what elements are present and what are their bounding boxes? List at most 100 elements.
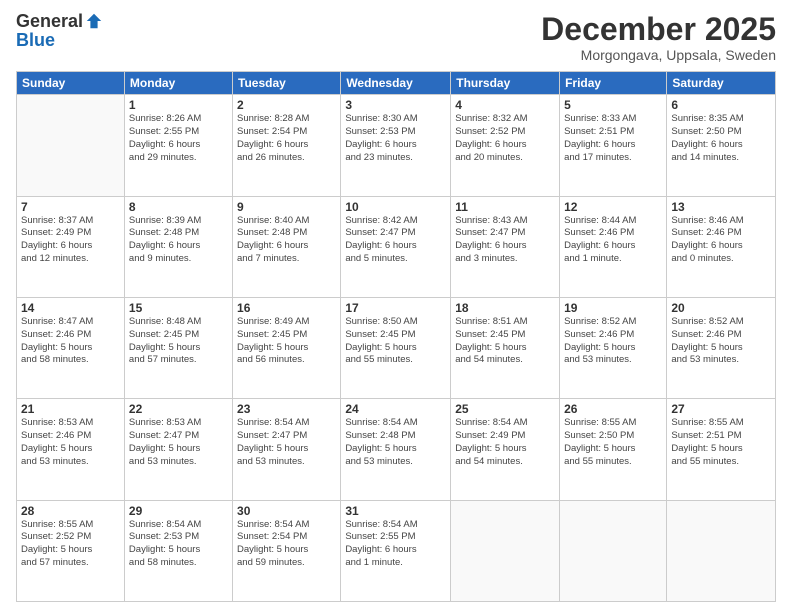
calendar-header-row: SundayMondayTuesdayWednesdayThursdayFrid… [17,72,776,95]
day-number: 3 [345,98,446,112]
calendar-week-5: 28Sunrise: 8:55 AMSunset: 2:52 PMDayligh… [17,500,776,601]
day-number: 17 [345,301,446,315]
day-info: Sunrise: 8:52 AMSunset: 2:46 PMDaylight:… [671,316,771,367]
day-number: 30 [237,504,336,518]
calendar-cell: 17Sunrise: 8:50 AMSunset: 2:45 PMDayligh… [341,297,451,398]
calendar-cell: 15Sunrise: 8:48 AMSunset: 2:45 PMDayligh… [124,297,232,398]
day-info: Sunrise: 8:54 AMSunset: 2:55 PMDaylight:… [345,519,446,570]
day-number: 23 [237,402,336,416]
day-info: Sunrise: 8:26 AMSunset: 2:55 PMDaylight:… [129,113,228,164]
calendar-cell: 21Sunrise: 8:53 AMSunset: 2:46 PMDayligh… [17,399,125,500]
day-number: 15 [129,301,228,315]
day-number: 29 [129,504,228,518]
day-info: Sunrise: 8:55 AMSunset: 2:51 PMDaylight:… [671,417,771,468]
day-number: 10 [345,200,446,214]
calendar-cell [560,500,667,601]
logo-blue-text: Blue [16,30,55,51]
calendar-cell: 20Sunrise: 8:52 AMSunset: 2:46 PMDayligh… [667,297,776,398]
calendar-cell: 13Sunrise: 8:46 AMSunset: 2:46 PMDayligh… [667,196,776,297]
day-number: 22 [129,402,228,416]
calendar-cell: 3Sunrise: 8:30 AMSunset: 2:53 PMDaylight… [341,95,451,196]
day-info: Sunrise: 8:46 AMSunset: 2:46 PMDaylight:… [671,215,771,266]
calendar-cell: 7Sunrise: 8:37 AMSunset: 2:49 PMDaylight… [17,196,125,297]
day-number: 9 [237,200,336,214]
calendar-cell: 5Sunrise: 8:33 AMSunset: 2:51 PMDaylight… [560,95,667,196]
main-title: December 2025 [541,12,776,47]
logo-icon [85,12,103,30]
calendar: SundayMondayTuesdayWednesdayThursdayFrid… [16,71,776,602]
calendar-cell: 31Sunrise: 8:54 AMSunset: 2:55 PMDayligh… [341,500,451,601]
calendar-cell: 25Sunrise: 8:54 AMSunset: 2:49 PMDayligh… [451,399,560,500]
calendar-cell: 12Sunrise: 8:44 AMSunset: 2:46 PMDayligh… [560,196,667,297]
day-number: 16 [237,301,336,315]
day-number: 5 [564,98,662,112]
day-number: 27 [671,402,771,416]
calendar-cell: 18Sunrise: 8:51 AMSunset: 2:45 PMDayligh… [451,297,560,398]
day-info: Sunrise: 8:30 AMSunset: 2:53 PMDaylight:… [345,113,446,164]
calendar-cell: 1Sunrise: 8:26 AMSunset: 2:55 PMDaylight… [124,95,232,196]
calendar-week-4: 21Sunrise: 8:53 AMSunset: 2:46 PMDayligh… [17,399,776,500]
day-info: Sunrise: 8:53 AMSunset: 2:46 PMDaylight:… [21,417,120,468]
day-info: Sunrise: 8:54 AMSunset: 2:49 PMDaylight:… [455,417,555,468]
day-info: Sunrise: 8:54 AMSunset: 2:54 PMDaylight:… [237,519,336,570]
calendar-cell: 29Sunrise: 8:54 AMSunset: 2:53 PMDayligh… [124,500,232,601]
subtitle: Morgongava, Uppsala, Sweden [541,47,776,63]
title-block: December 2025 Morgongava, Uppsala, Swede… [541,12,776,63]
day-number: 20 [671,301,771,315]
calendar-cell: 10Sunrise: 8:42 AMSunset: 2:47 PMDayligh… [341,196,451,297]
calendar-week-1: 1Sunrise: 8:26 AMSunset: 2:55 PMDaylight… [17,95,776,196]
day-info: Sunrise: 8:52 AMSunset: 2:46 PMDaylight:… [564,316,662,367]
page: General Blue December 2025 Morgongava, U… [0,0,792,612]
calendar-cell: 23Sunrise: 8:54 AMSunset: 2:47 PMDayligh… [233,399,341,500]
day-number: 24 [345,402,446,416]
day-number: 31 [345,504,446,518]
day-info: Sunrise: 8:55 AMSunset: 2:50 PMDaylight:… [564,417,662,468]
calendar-header-tuesday: Tuesday [233,72,341,95]
day-info: Sunrise: 8:42 AMSunset: 2:47 PMDaylight:… [345,215,446,266]
calendar-cell: 26Sunrise: 8:55 AMSunset: 2:50 PMDayligh… [560,399,667,500]
day-number: 14 [21,301,120,315]
calendar-cell: 24Sunrise: 8:54 AMSunset: 2:48 PMDayligh… [341,399,451,500]
day-number: 12 [564,200,662,214]
calendar-header-saturday: Saturday [667,72,776,95]
day-info: Sunrise: 8:47 AMSunset: 2:46 PMDaylight:… [21,316,120,367]
calendar-cell: 6Sunrise: 8:35 AMSunset: 2:50 PMDaylight… [667,95,776,196]
calendar-week-3: 14Sunrise: 8:47 AMSunset: 2:46 PMDayligh… [17,297,776,398]
day-info: Sunrise: 8:35 AMSunset: 2:50 PMDaylight:… [671,113,771,164]
calendar-week-2: 7Sunrise: 8:37 AMSunset: 2:49 PMDaylight… [17,196,776,297]
day-number: 18 [455,301,555,315]
day-info: Sunrise: 8:53 AMSunset: 2:47 PMDaylight:… [129,417,228,468]
day-info: Sunrise: 8:37 AMSunset: 2:49 PMDaylight:… [21,215,120,266]
day-number: 21 [21,402,120,416]
day-info: Sunrise: 8:50 AMSunset: 2:45 PMDaylight:… [345,316,446,367]
calendar-cell: 22Sunrise: 8:53 AMSunset: 2:47 PMDayligh… [124,399,232,500]
calendar-cell: 8Sunrise: 8:39 AMSunset: 2:48 PMDaylight… [124,196,232,297]
day-number: 6 [671,98,771,112]
calendar-cell: 2Sunrise: 8:28 AMSunset: 2:54 PMDaylight… [233,95,341,196]
day-number: 26 [564,402,662,416]
calendar-header-thursday: Thursday [451,72,560,95]
calendar-header-wednesday: Wednesday [341,72,451,95]
day-info: Sunrise: 8:55 AMSunset: 2:52 PMDaylight:… [21,519,120,570]
day-info: Sunrise: 8:48 AMSunset: 2:45 PMDaylight:… [129,316,228,367]
day-info: Sunrise: 8:44 AMSunset: 2:46 PMDaylight:… [564,215,662,266]
calendar-cell: 11Sunrise: 8:43 AMSunset: 2:47 PMDayligh… [451,196,560,297]
calendar-cell: 27Sunrise: 8:55 AMSunset: 2:51 PMDayligh… [667,399,776,500]
calendar-header-monday: Monday [124,72,232,95]
calendar-cell: 28Sunrise: 8:55 AMSunset: 2:52 PMDayligh… [17,500,125,601]
calendar-cell [667,500,776,601]
day-info: Sunrise: 8:49 AMSunset: 2:45 PMDaylight:… [237,316,336,367]
logo-general-text: General [16,12,83,30]
day-info: Sunrise: 8:32 AMSunset: 2:52 PMDaylight:… [455,113,555,164]
logo: General Blue [16,12,103,51]
day-number: 2 [237,98,336,112]
calendar-cell: 19Sunrise: 8:52 AMSunset: 2:46 PMDayligh… [560,297,667,398]
calendar-cell: 9Sunrise: 8:40 AMSunset: 2:48 PMDaylight… [233,196,341,297]
day-info: Sunrise: 8:51 AMSunset: 2:45 PMDaylight:… [455,316,555,367]
day-number: 1 [129,98,228,112]
calendar-cell: 14Sunrise: 8:47 AMSunset: 2:46 PMDayligh… [17,297,125,398]
day-number: 4 [455,98,555,112]
day-number: 28 [21,504,120,518]
day-info: Sunrise: 8:33 AMSunset: 2:51 PMDaylight:… [564,113,662,164]
calendar-cell: 4Sunrise: 8:32 AMSunset: 2:52 PMDaylight… [451,95,560,196]
